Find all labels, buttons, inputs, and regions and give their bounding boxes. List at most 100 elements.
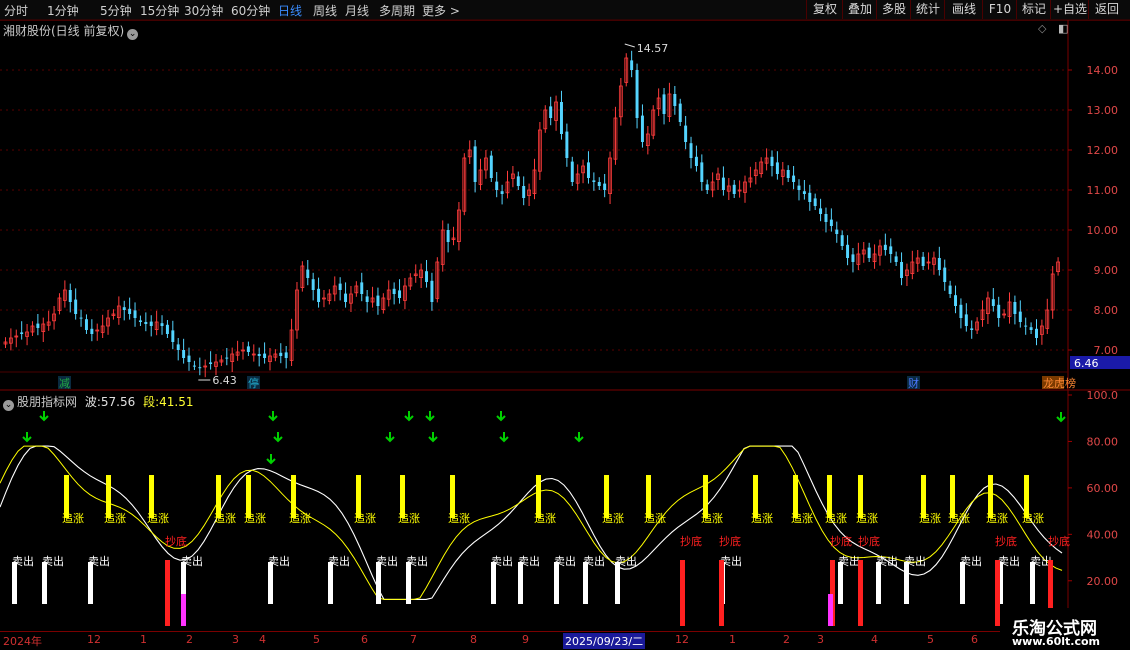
indicator-tick-label: 40.00 xyxy=(1087,528,1119,541)
sell-bar xyxy=(960,562,965,604)
event-marker-2: 财 xyxy=(908,376,919,390)
sell-bar xyxy=(876,562,881,604)
candle-body xyxy=(835,229,839,234)
period-more[interactable]: 更多 > xyxy=(422,2,460,19)
candle-body xyxy=(1007,301,1012,317)
chase-label: 追涨 xyxy=(62,511,84,525)
buy-arrow-icon xyxy=(574,432,584,443)
sell-bar xyxy=(583,562,588,604)
candle-body xyxy=(403,285,407,301)
diamond-icon[interactable]: ◇ xyxy=(1038,22,1046,35)
sell-bar xyxy=(406,562,411,604)
chase-bar xyxy=(950,475,955,518)
chase-label: 追涨 xyxy=(104,511,126,525)
candle-body xyxy=(1045,309,1050,329)
price-tick-label: 9.00 xyxy=(1094,264,1119,277)
candle-body xyxy=(3,341,8,345)
candle-body xyxy=(829,219,833,226)
chase-label: 追涨 xyxy=(751,511,773,525)
multi-stock-button[interactable]: 多股 xyxy=(876,0,911,19)
candle-body xyxy=(505,181,510,194)
chase-label: 追涨 xyxy=(1022,511,1044,525)
magenta-bar xyxy=(181,594,186,626)
date-label: 2024年 xyxy=(3,635,42,648)
candle-body xyxy=(419,269,424,278)
price-tick-label: 12.00 xyxy=(1087,144,1119,157)
sell-bar xyxy=(88,562,93,604)
candle-body xyxy=(592,180,596,182)
date-label: 3 xyxy=(232,633,239,646)
draw-line-button[interactable]: 画线 xyxy=(944,0,983,19)
candle-body xyxy=(883,244,887,250)
chase-bar xyxy=(604,475,609,518)
candle-body xyxy=(300,265,305,289)
mark-button[interactable]: 标记 xyxy=(1016,0,1051,19)
price-tick-label: 8.00 xyxy=(1094,304,1119,317)
candle-body xyxy=(543,109,548,130)
period-1min[interactable]: 1分钟 xyxy=(47,2,79,19)
candle-body xyxy=(8,337,13,344)
candle-body xyxy=(689,143,693,158)
statistics-button[interactable]: 统计 xyxy=(910,0,945,19)
period-intraday[interactable]: 分时 xyxy=(4,2,28,19)
chart-canvas[interactable]: 14.00 13.00 12.00 11.00 10.00 9.00 8.00 7.00 14.… xyxy=(0,0,1130,650)
date-label: 7 xyxy=(410,633,417,646)
candle-body xyxy=(386,289,391,300)
add-watchlist-button[interactable]: +自选 xyxy=(1050,0,1089,19)
candle-body xyxy=(630,60,634,70)
bottom-bar xyxy=(830,560,835,626)
candle-body xyxy=(230,353,235,362)
candle-body xyxy=(144,322,148,324)
chase-label: 追涨 xyxy=(701,511,723,525)
back-button[interactable]: 返回 xyxy=(1088,0,1125,19)
indicator-name: 股朋指标网 xyxy=(17,395,78,409)
top-toolbar: 分时 1分钟 5分钟 15分钟 30分钟 60分钟 日线 周线 月线 多周期 更… xyxy=(0,0,1130,21)
period-30min[interactable]: 30分钟 xyxy=(184,2,223,19)
candle-body xyxy=(656,97,661,110)
candle-body xyxy=(381,297,386,311)
period-60min[interactable]: 60分钟 xyxy=(231,2,270,19)
candle-body xyxy=(52,313,56,322)
buy-arrow-icon xyxy=(385,432,395,443)
period-weekly[interactable]: 周线 xyxy=(313,2,337,19)
candle-body xyxy=(565,131,569,158)
chase-bar xyxy=(921,475,926,518)
wave-value: 57.56 xyxy=(100,395,136,409)
candle-body xyxy=(991,299,995,306)
candle-body xyxy=(780,169,785,177)
f10-button[interactable]: F10 xyxy=(982,0,1017,19)
chase-label: 追涨 xyxy=(948,511,970,525)
sell-bar xyxy=(904,562,909,604)
adjust-button[interactable]: 复权 xyxy=(806,0,843,19)
window-toggle-icon[interactable]: ◧ xyxy=(1058,22,1068,35)
candle-body xyxy=(808,192,812,202)
period-5min[interactable]: 5分钟 xyxy=(100,2,132,19)
candle-body xyxy=(273,353,278,358)
candle-body xyxy=(889,246,893,254)
candle-body xyxy=(1056,261,1060,272)
overlay-button[interactable]: 叠加 xyxy=(842,0,877,19)
indicator-menu-icon[interactable]: ⌄ xyxy=(3,400,14,411)
buy-arrow-icon xyxy=(266,454,276,465)
wave-line xyxy=(0,445,1063,600)
indicator-tick-label: 100.0 xyxy=(1087,389,1119,402)
period-daily[interactable]: 日线 xyxy=(278,2,302,19)
sell-bar xyxy=(1030,562,1035,604)
period-monthly[interactable]: 月线 xyxy=(345,2,369,19)
candle-body xyxy=(516,176,520,186)
period-15min[interactable]: 15分钟 xyxy=(140,2,179,19)
chase-bar xyxy=(753,475,758,518)
chase-bar xyxy=(1024,475,1029,518)
high-price-label: 14.57 xyxy=(637,42,669,55)
chevron-down-icon[interactable]: ⌄ xyxy=(127,29,139,40)
price-tick-label: 7.00 xyxy=(1094,344,1119,357)
chase-label: 追涨 xyxy=(214,511,236,525)
event-marker-0: 减 xyxy=(59,377,70,390)
candle-body xyxy=(128,308,132,314)
date-label: 4 xyxy=(871,633,878,646)
sell-label: 卖出 xyxy=(12,554,34,568)
chase-bar xyxy=(64,475,69,518)
candle-body xyxy=(618,85,623,118)
period-multi[interactable]: 多周期 xyxy=(379,2,415,19)
candle-body xyxy=(74,299,78,314)
